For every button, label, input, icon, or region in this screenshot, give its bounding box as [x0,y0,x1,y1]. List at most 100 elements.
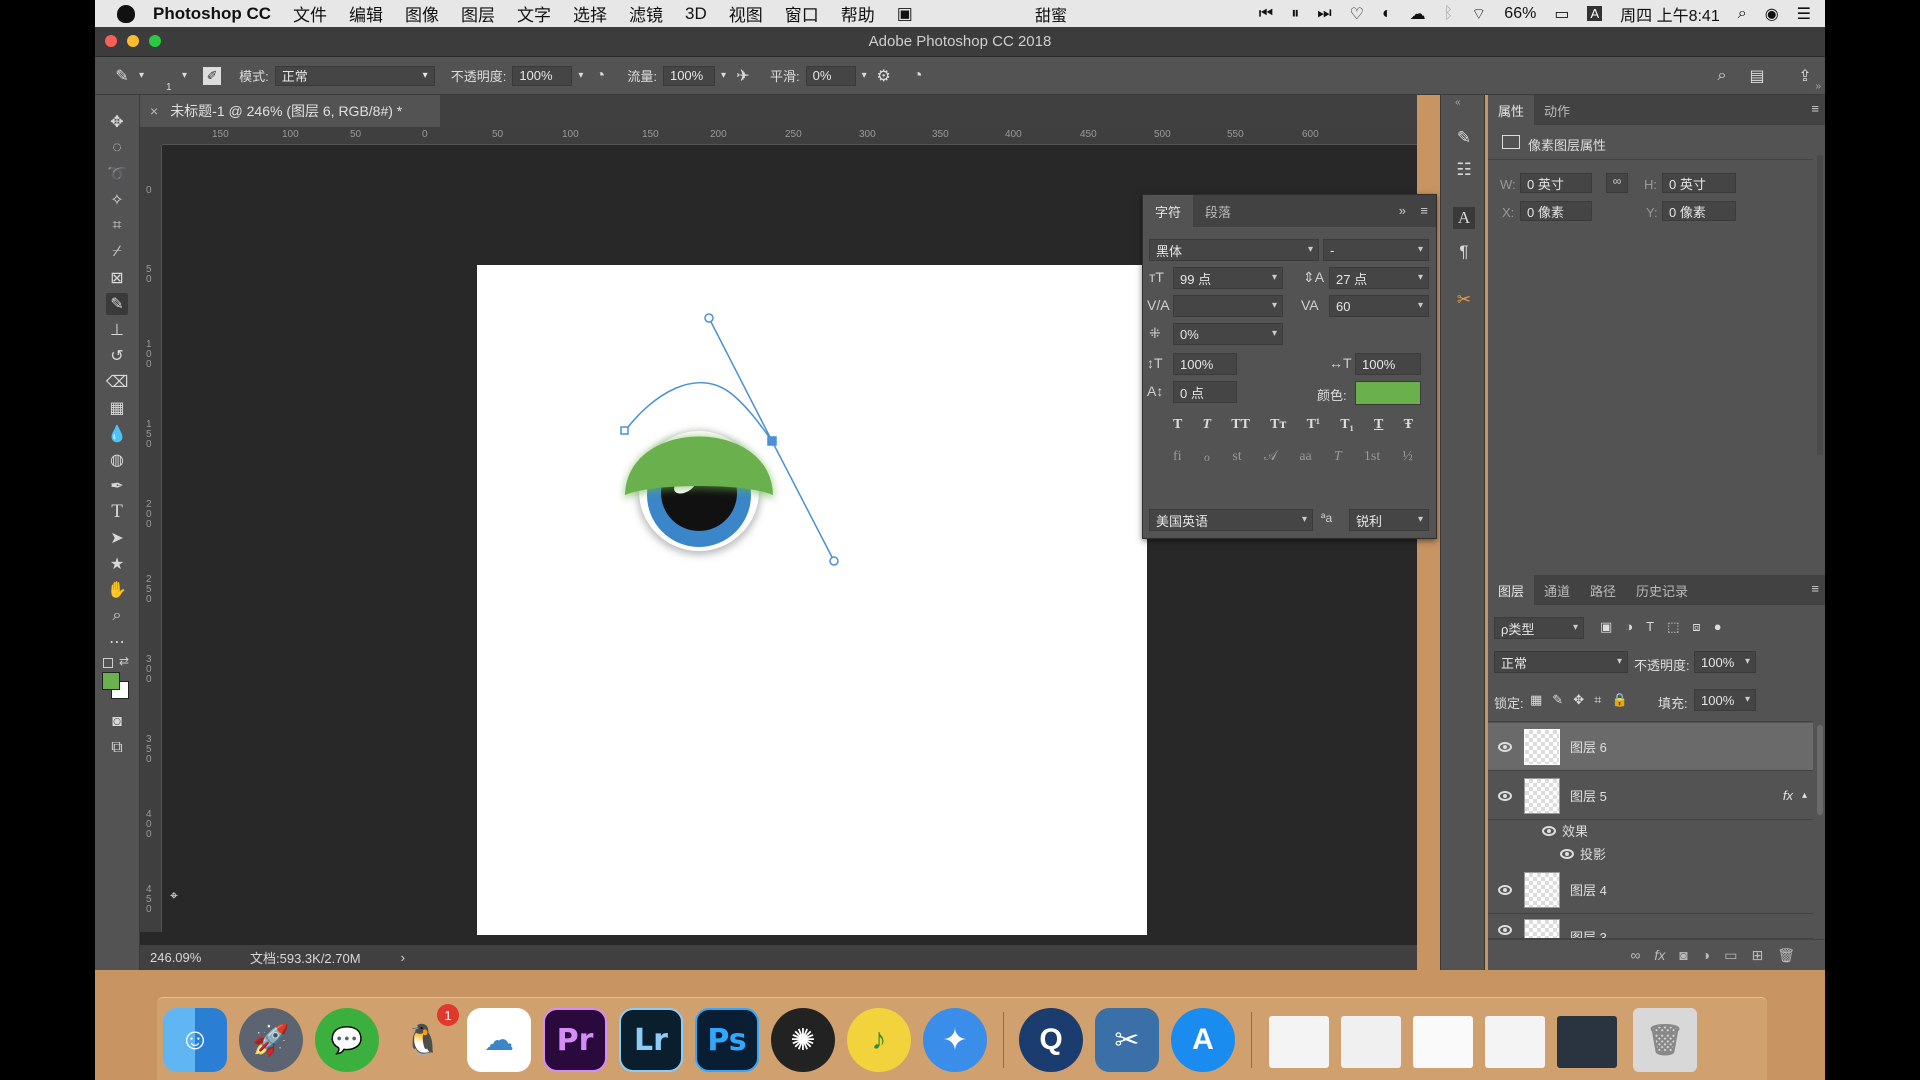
menu-edit[interactable]: 编辑 [349,1,383,26]
discretionary-ligatures-button[interactable]: st [1232,449,1241,466]
link-icon[interactable]: ∞ [1606,173,1628,193]
zoom-tool-icon[interactable]: ⌕ [106,605,128,627]
zoom-level[interactable]: 246.09% [150,950,250,965]
tab-layers[interactable]: 图层 [1488,575,1535,605]
menu-select[interactable]: 选择 [573,1,607,26]
ligatures-button[interactable]: fi [1173,449,1182,466]
small-caps-button[interactable]: Tт [1270,417,1286,433]
new-adjustment-layer-icon[interactable]: ◑ [1702,947,1710,963]
recent-document-thumbnail[interactable] [1269,1016,1329,1068]
lock-transparent-icon[interactable]: ▦ [1530,692,1542,708]
document-tab[interactable]: × 未标题-1 @ 246% (图层 6, RGB/8#) * [140,95,440,127]
pen-tool-icon[interactable]: ✒ [106,475,128,497]
clone-stamp-tool-icon[interactable]: ⊥ [106,319,128,341]
layers-scrollbar[interactable] [1817,725,1823,815]
clock[interactable]: 周四 上午8:41 [1620,2,1720,26]
recent-document-thumbnail[interactable] [1341,1016,1401,1068]
tab-properties[interactable]: 属性 [1488,95,1535,125]
faux-bold-button[interactable]: T [1173,417,1182,433]
language-select[interactable]: 美国英语 ▾ [1149,509,1313,531]
menu-3d[interactable]: 3D [685,4,707,24]
fractions-button[interactable]: ½ [1402,449,1413,466]
opacity-input[interactable]: 100% [512,65,573,86]
kerning-input[interactable]: ▾ [1173,295,1283,317]
next-track-icon[interactable]: ⏭ [1317,5,1331,23]
trash-icon[interactable]: 🗑 [1777,947,1795,964]
menu-help[interactable]: 帮助 [841,1,875,26]
tab-character[interactable]: 字符 [1143,195,1194,227]
x-input[interactable]: 0 像素 [1520,201,1592,221]
swap-colors-icon[interactable]: ⇄ [119,654,129,668]
layer-thumbnail[interactable] [1524,871,1560,908]
visibility-eye-icon[interactable] [1498,790,1512,801]
chevron-down-icon[interactable]: ▾ [182,70,187,81]
lock-image-icon[interactable]: ✎ [1552,692,1563,708]
filter-toggle-icon[interactable]: ● [1714,619,1722,635]
layer-thumbnail[interactable] [1524,777,1560,814]
new-layer-icon[interactable]: ⊞ [1751,947,1763,964]
apple-menu-icon[interactable] [117,4,135,23]
strikethrough-button[interactable]: Ŧ [1404,417,1413,433]
photoshop-icon[interactable]: Ps [695,1008,759,1072]
adjustment-filter-icon[interactable]: ◑ [1625,619,1633,635]
recent-document-thumbnail[interactable] [1485,1016,1545,1068]
old-style-button[interactable]: ℴ [1204,449,1210,466]
visibility-eye-icon[interactable] [1498,741,1512,752]
magic-wand-tool-icon[interactable]: ✧ [106,189,128,211]
recent-document-thumbnail[interactable] [1557,1016,1617,1068]
history-brush-tool-icon[interactable]: ↺ [106,345,128,367]
underline-button[interactable]: T [1374,417,1383,433]
wifi-icon[interactable]: ⌔ [1471,4,1486,24]
fx-badge[interactable]: fx [1783,788,1793,803]
previous-track-icon[interactable]: ⏮ [1259,5,1273,23]
eyedropper-tool-icon[interactable]: ⌿ [106,241,128,263]
menu-view[interactable]: 视图 [729,1,763,26]
fill-input[interactable]: 100% ▾ [1694,689,1756,711]
heart-icon[interactable]: ♡ [1350,4,1364,24]
faux-italic-button[interactable]: T [1203,417,1212,433]
font-style-select[interactable]: - ▾ [1323,239,1429,261]
lightroom-icon[interactable]: Lr [619,1008,683,1072]
chevron-down-icon[interactable]: ▾ [139,70,144,81]
smart-object-filter-icon[interactable]: ⧈ [1692,619,1700,635]
gear-icon[interactable]: ⚙ [875,67,893,85]
ruler-corner[interactable] [140,127,162,145]
shape-filter-icon[interactable]: ⬚ [1667,619,1679,635]
collapse-icon[interactable]: « [1455,97,1461,108]
y-input[interactable]: 0 像素 [1662,201,1736,221]
font-family-select[interactable]: 黑体 ▾ [1149,239,1319,261]
pixel-filter-icon[interactable]: ▣ [1600,619,1612,635]
vertical-ruler[interactable]: 0 5 0 1 0 0 1 5 0 2 0 0 2 5 0 3 0 0 3 5 … [140,145,162,932]
dodge-tool-icon[interactable]: ◍ [106,449,128,471]
search-icon[interactable]: ⌕ [1713,67,1731,85]
tsume-input[interactable]: 0% ▾ [1173,323,1283,345]
flow-input[interactable]: 100% [662,65,715,86]
blend-mode-select[interactable]: 正常 ▾ [1494,651,1628,673]
vertical-scale-input[interactable]: 100% [1173,353,1237,375]
layer-name[interactable]: 图层 4 [1570,880,1607,899]
premiere-pro-icon[interactable]: Pr [543,1008,607,1072]
tool-presets-icon[interactable]: ✂ [1453,289,1475,311]
horizontal-scale-input[interactable]: 100% [1355,353,1421,375]
drop-shadow-row[interactable]: 投影 [1560,844,1606,863]
mode-select[interactable]: 正常 ▾ [274,65,435,86]
trash-icon[interactable]: 🗑 [1633,1008,1697,1072]
fx-icon[interactable]: fx [1654,947,1665,963]
creative-cloud-icon[interactable]: ☁ [1410,4,1426,24]
anti-alias-select[interactable]: 锐利 ▾ [1349,509,1429,531]
visibility-eye-icon[interactable] [1498,925,1512,935]
move-tool-icon[interactable]: ✥ [106,111,128,133]
more-tools-icon[interactable]: ⋯ [106,631,128,653]
panel-menu-icon[interactable]: ≡ [1811,101,1819,116]
menu-file[interactable]: 文件 [293,1,327,26]
document-info[interactable]: 文档:593.3K/2.70M [250,948,361,967]
effects-row[interactable]: 效果 [1542,821,1588,840]
brush-tool-icon[interactable]: ✎ [106,293,128,315]
shape-tool-icon[interactable]: ★ [106,553,128,575]
marquee-tool-icon[interactable]: ◌ [106,137,128,159]
chevron-down-icon[interactable]: ▾ [721,70,726,81]
baidu-netdisk-icon[interactable]: ☁ [467,1008,531,1072]
titling-alternates-button[interactable]: T [1334,449,1342,466]
menu-layer[interactable]: 图层 [461,1,495,26]
tab-history[interactable]: 历史记录 [1626,575,1698,605]
